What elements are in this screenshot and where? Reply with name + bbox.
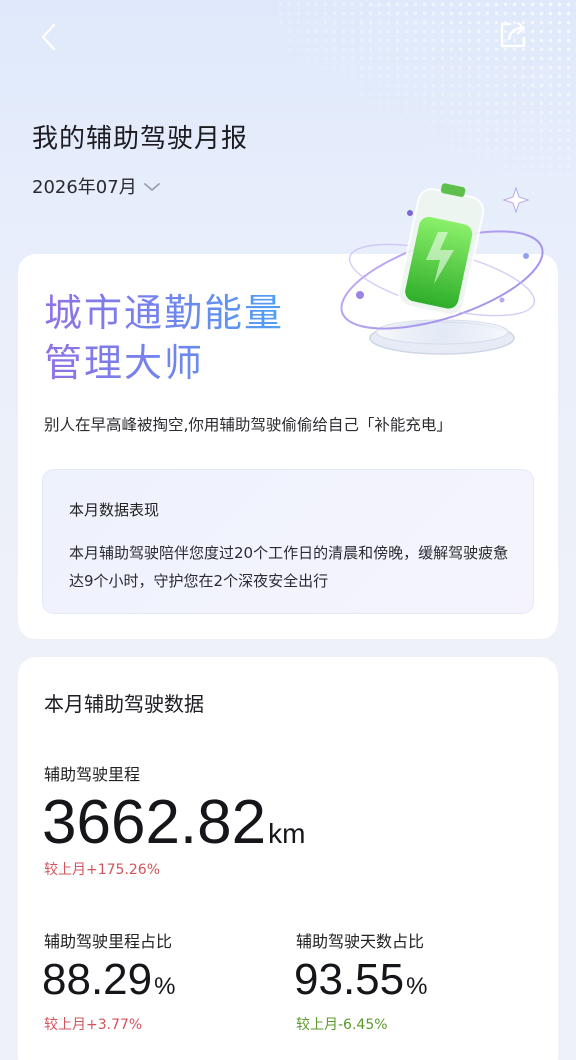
- days-ratio-unit: %: [406, 973, 428, 1000]
- back-button[interactable]: [36, 20, 66, 54]
- mileage-ratio-unit: %: [154, 973, 176, 1000]
- chevron-left-icon: [41, 23, 56, 51]
- headline: 城市通勤能量 管理大师: [44, 288, 284, 388]
- page-title: 我的辅助驾驶月报: [32, 124, 249, 154]
- mileage-value: 3662.82km: [42, 787, 305, 858]
- card-subtitle: 别人在早高峰被掏空,你用辅助驾驶偷偷给自己「补能充电」: [44, 416, 452, 434]
- chevron-down-icon: [143, 183, 160, 191]
- days-ratio-value: 93.55%: [294, 955, 427, 1005]
- summary-text: 本月辅助驾驶陪伴您度过20个工作日的清晨和傍晚，缓解驾驶疲惫达9个小时，守护您在…: [69, 544, 509, 590]
- mileage-number: 3662.82: [42, 788, 267, 857]
- mileage-delta: 较上月+175.26%: [44, 862, 161, 878]
- month-label: 2026年07月: [32, 177, 137, 198]
- month-selector[interactable]: 2026年07月: [32, 173, 161, 199]
- summary-box: 本月数据表现 本月辅助驾驶陪伴您度过20个工作日的清晨和傍晚，缓解驾驶疲惫达9个…: [42, 469, 534, 614]
- mileage-ratio-delta: 较上月+3.77%: [44, 1017, 143, 1033]
- summary-title: 本月数据表现: [69, 501, 160, 519]
- days-ratio-number: 93.55: [294, 955, 405, 1004]
- stats-card: 本月辅助驾驶数据 辅助驾驶里程 3662.82km 较上月+175.26% 辅助…: [18, 657, 558, 1060]
- share-icon: [500, 21, 526, 48]
- mileage-ratio-label: 辅助驾驶里程占比: [44, 932, 173, 951]
- days-ratio-delta: 较上月-6.45%: [296, 1017, 388, 1033]
- mileage-ratio-value: 88.29%: [42, 955, 175, 1005]
- headline-line-1: 城市通勤能量: [44, 291, 285, 335]
- mileage-label: 辅助驾驶里程: [44, 765, 141, 784]
- battery-illustration: [330, 180, 560, 370]
- days-ratio-label: 辅助驾驶天数占比: [296, 932, 425, 951]
- section-title: 本月辅助驾驶数据: [44, 692, 204, 716]
- mileage-unit: km: [268, 818, 306, 849]
- top-bar: [0, 0, 576, 70]
- share-button[interactable]: [496, 18, 530, 52]
- headline-line-2: 管理大师: [44, 341, 205, 385]
- mileage-ratio-number: 88.29: [42, 955, 153, 1004]
